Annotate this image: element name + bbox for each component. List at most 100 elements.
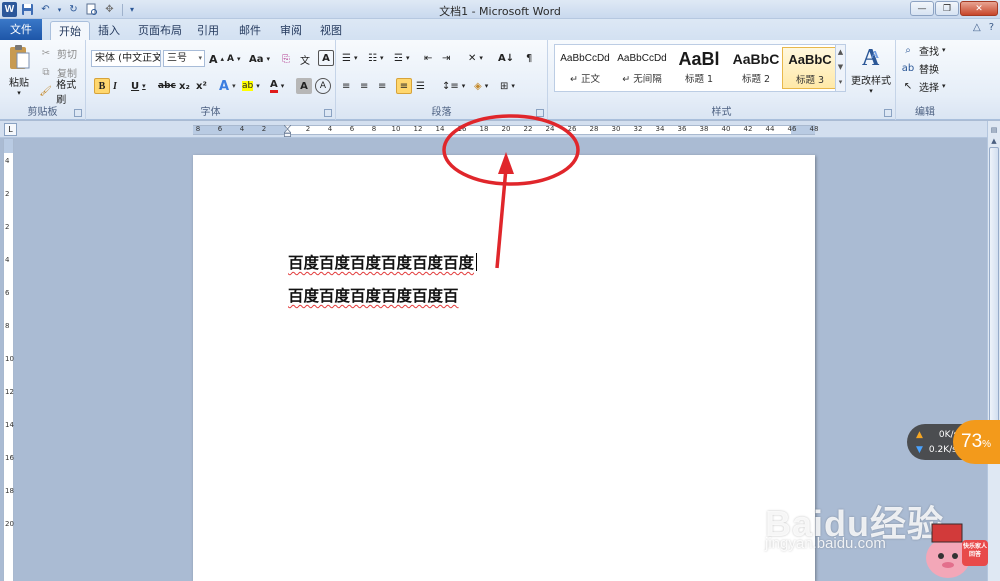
align-center-button[interactable]: ≡	[360, 78, 368, 94]
change-styles-button[interactable]: AA 更改样式 ▾	[850, 43, 892, 95]
distributed-button[interactable]: ☰	[416, 78, 425, 94]
tab-stop-selector-icon[interactable]: L	[4, 123, 17, 136]
font-color-button[interactable]: A ▾	[270, 78, 284, 94]
ruler-number: 20	[5, 520, 14, 528]
font-name-dropdown-icon[interactable]: ▾	[154, 51, 158, 66]
tab-review[interactable]: 审阅	[272, 21, 310, 40]
grow-font-button[interactable]: A ▴	[209, 51, 224, 67]
style-heading-3[interactable]: AaBbC 标题 3	[782, 47, 838, 89]
restore-icon[interactable]: ❐	[935, 1, 959, 16]
tab-page-layout[interactable]: 页面布局	[130, 21, 190, 40]
line-spacing-button[interactable]: ↕≡ ▾	[442, 78, 465, 94]
text-effects-button[interactable]: A ▾	[219, 78, 236, 94]
tab-file[interactable]: 文件	[0, 19, 42, 40]
font-dialog-launcher-icon[interactable]	[324, 109, 332, 117]
tab-insert[interactable]: 插入	[90, 21, 128, 40]
italic-icon: I	[113, 80, 117, 92]
styles-dialog-launcher-icon[interactable]	[884, 109, 892, 117]
styles-gallery-scroll[interactable]: ▲ ▼ ▾	[835, 45, 845, 91]
vertical-scrollbar[interactable]: ▤ ▲	[987, 121, 1000, 581]
memory-percent-badge[interactable]: 73%	[953, 420, 1000, 464]
tab-mailings[interactable]: 邮件	[231, 21, 269, 40]
highlight-button[interactable]: ab ▾	[242, 78, 260, 94]
gallery-down-icon[interactable]: ▼	[836, 60, 845, 75]
decrease-indent-button[interactable]: ⇤	[424, 50, 432, 66]
multilevel-list-button[interactable]: ☲ ▾	[394, 50, 409, 66]
tab-view[interactable]: 视图	[312, 21, 350, 40]
numbering-button[interactable]: ☷ ▾	[368, 50, 383, 66]
ruler-number: 4	[5, 256, 10, 264]
help-icon[interactable]: ?	[989, 22, 994, 33]
find-button[interactable]: ⌕ 查找 ▾	[900, 42, 945, 58]
enclose-chars-button[interactable]: A	[318, 50, 334, 66]
strikethrough-button[interactable]: abc	[158, 78, 176, 94]
sort-button[interactable]: A↓	[498, 50, 514, 66]
font-name-combo[interactable]: 宋体 (中文正文 ▾	[91, 50, 161, 67]
style-heading-1[interactable]: AaBl 标题 1	[671, 47, 727, 89]
justify-button[interactable]: ≡	[396, 78, 412, 94]
borders-button[interactable]: ⊞ ▾	[500, 78, 515, 94]
shrink-font-button[interactable]: A ▾	[227, 51, 240, 67]
paste-button[interactable]: 粘贴 ▾	[5, 43, 33, 97]
style-name: 标题 1	[684, 74, 714, 85]
vertical-ruler[interactable]: 4 2 2 4 6 8 10 12 14 16 18 20	[3, 139, 14, 581]
minimize-ribbon-icon[interactable]: △	[973, 22, 981, 33]
style-normal[interactable]: AaBbCcDd ↵ 正文	[557, 47, 613, 89]
gallery-up-icon[interactable]: ▲	[836, 45, 845, 60]
ruler-toggle-icon[interactable]: ▤	[989, 125, 999, 136]
close-icon[interactable]: ✕	[960, 1, 998, 16]
italic-button[interactable]: I	[113, 78, 117, 94]
phonetic-guide-button[interactable]: 文	[300, 51, 310, 67]
cut-button[interactable]: ✂ 剪切	[38, 45, 77, 61]
bold-button[interactable]: B	[94, 78, 110, 94]
sort-icon: A↓	[498, 52, 515, 64]
select-button[interactable]: ↖ 选择 ▾	[900, 78, 946, 94]
style-sample: AaBbCcDd	[560, 53, 610, 64]
document-line-1[interactable]: 百度百度百度百度百度百度	[288, 251, 478, 273]
scroll-up-icon[interactable]: ▲	[989, 136, 999, 147]
replace-label: 替换	[919, 64, 939, 76]
mascot-sticker: 快乐家人 回答	[918, 518, 988, 581]
style-name: ↵ 正文	[570, 74, 600, 85]
paragraph-dialog-launcher-icon[interactable]	[536, 109, 544, 117]
bullets-button[interactable]: ☰ ▾	[342, 50, 357, 66]
ruler-number: 46	[787, 125, 797, 133]
clipboard-group: 粘贴 ▾ ✂ 剪切 ⧉ 复制 🖌 格式刷 剪贴板	[0, 40, 86, 120]
indent-marker-icon[interactable]	[284, 125, 291, 137]
font-size-dropdown-icon[interactable]: ▾	[198, 51, 202, 66]
clipboard-dialog-launcher-icon[interactable]	[74, 109, 82, 117]
document-line-2[interactable]: 百度百度百度百度百度百	[288, 284, 459, 306]
change-case-button[interactable]: Aa ▾	[249, 51, 270, 67]
replace-button[interactable]: ab 替换	[900, 60, 939, 76]
binoculars-icon: ⌕	[905, 44, 911, 56]
gallery-more-icon[interactable]: ▾	[836, 75, 845, 90]
shading-button[interactable]: ◈ ▾	[474, 78, 488, 94]
paste-dropdown-icon[interactable]: ▾	[5, 89, 33, 97]
font-size-combo[interactable]: 三号 ▾	[163, 50, 205, 67]
clear-formatting-button[interactable]: ⎘	[282, 51, 290, 67]
ruler-number: 18	[5, 487, 14, 495]
increase-indent-button[interactable]: ⇥	[442, 50, 450, 66]
ruler-bar: L 8 6 4 2 2 4 6 8 10 12 14 16 18 20 22 24 26 28 30 32 34 36 38…	[0, 121, 1000, 138]
align-right-button[interactable]: ≡	[378, 78, 386, 94]
superscript-button[interactable]: x²	[196, 78, 207, 94]
style-heading-2[interactable]: AaBbC 标题 2	[728, 47, 784, 89]
format-painter-button[interactable]: 🖌 格式刷	[38, 80, 85, 106]
underline-button[interactable]: U ▾	[131, 78, 146, 94]
increase-indent-icon: ⇥	[442, 52, 451, 64]
tab-references[interactable]: 引用	[189, 21, 227, 40]
chinese-layout-button[interactable]: ✕ ▾	[468, 50, 483, 66]
scrollbar-thumb[interactable]	[989, 147, 999, 457]
minimize-icon[interactable]: —	[910, 1, 934, 16]
styles-gallery: AaBbCcDd ↵ 正文 AaBbCcDd ↵ 无间隔 AaBl 标题 1 A…	[554, 44, 846, 92]
change-styles-dropdown-icon[interactable]: ▾	[850, 87, 892, 95]
document-page[interactable]: 百度百度百度百度百度百度 百度百度百度百度百度百	[193, 155, 815, 581]
char-shading-button[interactable]: A	[296, 78, 312, 94]
tab-home[interactable]: 开始	[50, 21, 90, 40]
subscript-button[interactable]: x₂	[179, 78, 190, 94]
style-no-spacing[interactable]: AaBbCcDd ↵ 无间隔	[614, 47, 670, 89]
show-marks-button[interactable]: ¶	[526, 50, 532, 66]
align-left-button[interactable]: ≡	[342, 78, 350, 94]
paste-icon	[10, 45, 30, 69]
enclose-characters-button[interactable]: A	[315, 78, 331, 94]
